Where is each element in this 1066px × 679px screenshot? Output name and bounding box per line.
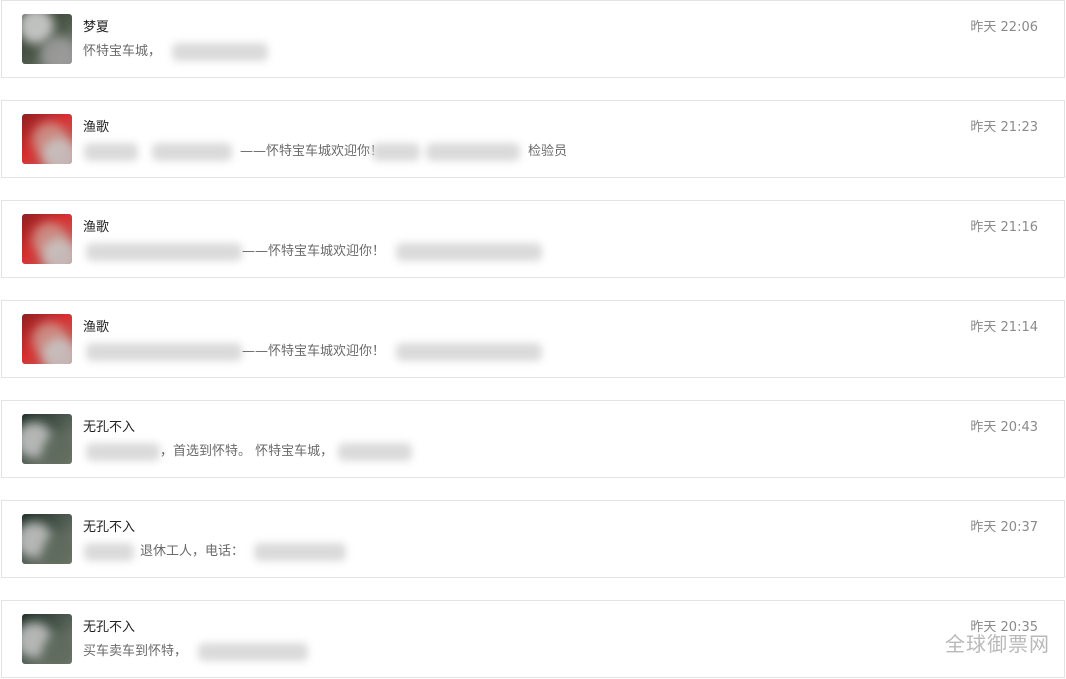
avatar xyxy=(22,14,72,64)
redacted-text xyxy=(254,543,346,561)
redacted-text xyxy=(372,143,420,161)
message-preview: ——怀特宝车城欢迎你！ xyxy=(242,244,386,259)
message-card[interactable]: 无孔不入 退休工人，电话： 昨天 20:37 xyxy=(1,500,1065,578)
avatar xyxy=(22,414,72,464)
sender-name: 渔歌 xyxy=(83,220,110,235)
redacted-text xyxy=(172,43,268,61)
message-card[interactable]: 无孔不入 买车卖车到怀特， 昨天 20:35 xyxy=(1,600,1065,678)
redacted-text xyxy=(86,243,242,261)
message-time: 昨天 21:14 xyxy=(970,320,1038,335)
redacted-text xyxy=(84,543,134,561)
sender-name: 无孔不入 xyxy=(83,520,136,535)
message-card[interactable]: 无孔不入 ，首选到怀特。 怀特宝车城， 昨天 20:43 xyxy=(1,400,1065,478)
message-preview: 怀特宝车城， xyxy=(83,44,162,59)
redacted-text xyxy=(86,343,242,361)
message-time: 昨天 20:37 xyxy=(970,520,1038,535)
message-card[interactable]: 渔歌 ——怀特宝车城欢迎你！ 昨天 21:14 xyxy=(1,300,1065,378)
sender-name: 无孔不入 xyxy=(83,620,136,635)
message-preview-suffix: 检验员 xyxy=(528,144,568,159)
avatar xyxy=(22,114,72,164)
avatar xyxy=(22,314,72,364)
redacted-text xyxy=(86,443,160,461)
redacted-text xyxy=(338,443,412,461)
message-preview: ——怀特宝车城欢迎你！ xyxy=(242,344,386,359)
sender-name: 渔歌 xyxy=(83,320,110,335)
avatar xyxy=(22,614,72,664)
redacted-text xyxy=(396,343,542,361)
message-time: 昨天 21:23 xyxy=(970,120,1038,135)
message-time: 昨天 21:16 xyxy=(970,220,1038,235)
redacted-text xyxy=(426,143,520,161)
message-preview: ，首选到怀特。 怀特宝车城， xyxy=(160,444,334,459)
message-card[interactable]: 梦夏 怀特宝车城， 昨天 22:06 xyxy=(1,0,1065,78)
sender-name: 梦夏 xyxy=(83,20,110,35)
avatar xyxy=(22,514,72,564)
sender-name: 渔歌 xyxy=(83,120,110,135)
watermark-text: 全球御票网 xyxy=(945,632,1050,656)
message-time: 昨天 20:43 xyxy=(970,420,1038,435)
sender-name: 无孔不入 xyxy=(83,420,136,435)
message-card[interactable]: 渔歌 ——怀特宝车城欢迎你！ 检验员 昨天 21:23 xyxy=(1,100,1065,178)
message-card[interactable]: 渔歌 ——怀特宝车城欢迎你！ 昨天 21:16 xyxy=(1,200,1065,278)
message-preview: ——怀特宝车城欢迎你！ xyxy=(240,144,384,159)
redacted-text xyxy=(396,243,542,261)
redacted-text xyxy=(84,143,138,161)
message-time: 昨天 22:06 xyxy=(970,20,1038,35)
message-preview: 买车卖车到怀特， xyxy=(83,644,188,659)
message-preview: 退休工人，电话： xyxy=(140,544,245,559)
avatar xyxy=(22,214,72,264)
redacted-text xyxy=(152,143,232,161)
redacted-text xyxy=(198,643,308,661)
